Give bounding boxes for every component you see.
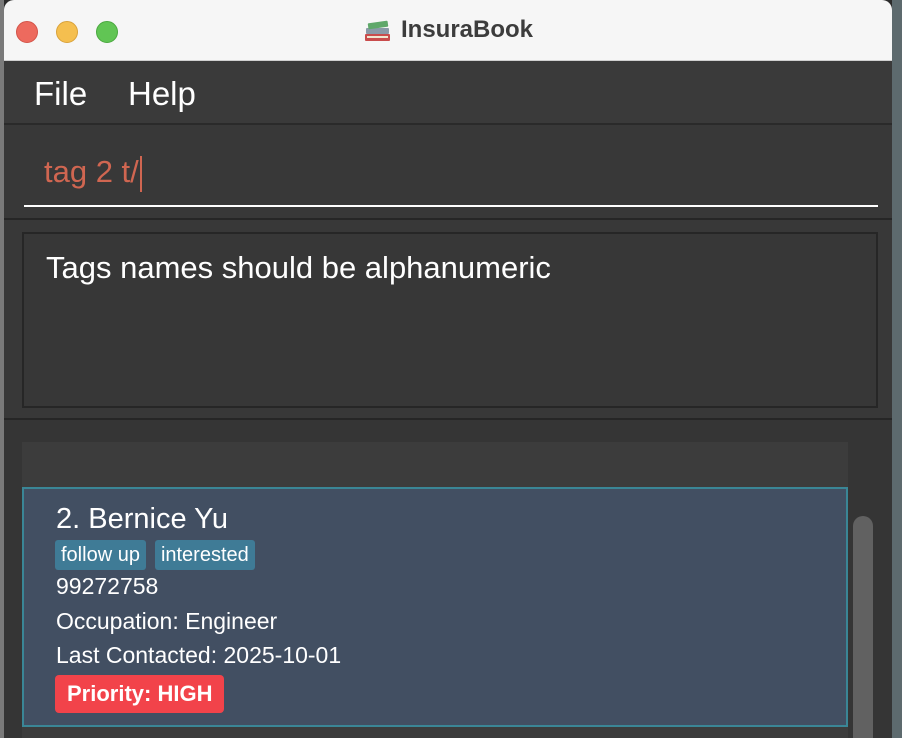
person-card[interactable]: 2. Bernice Yu follow up interested 99272… — [22, 487, 848, 727]
command-text: tag 2 t/ — [44, 154, 139, 189]
result-message: Tags names should be alphanumeric — [46, 250, 551, 285]
window-title: InsuraBook — [400, 16, 534, 43]
tag-interested: interested — [154, 540, 255, 570]
books-icon — [364, 20, 390, 41]
person-phone: 99272758 — [56, 573, 159, 599]
desktop-edge-right — [892, 0, 902, 738]
text-caret — [139, 155, 142, 192]
person-last-contacted: Last Contacted: 2025-10-01 — [56, 642, 342, 668]
tag-list: follow up interested — [55, 540, 255, 570]
menu-help[interactable]: Help — [128, 75, 196, 113]
priority-badge: Priority: HIGH — [55, 675, 225, 713]
person-name: 2. Bernice Yu — [56, 503, 228, 535]
command-input[interactable]: tag 2 t/ — [24, 145, 878, 207]
person-list-pane: 2. Bernice Yu follow up interested 99272… — [4, 420, 892, 738]
result-display-pane: Tags names should be alphanumeric — [4, 220, 892, 420]
person-list[interactable]: 2. Bernice Yu follow up interested 99272… — [22, 442, 848, 738]
window-title-group: InsuraBook — [4, 16, 892, 44]
menu-file[interactable]: File — [34, 75, 87, 113]
title-bar: InsuraBook — [4, 0, 892, 61]
menu-bar: File Help — [4, 61, 892, 125]
person-list-scrollbar[interactable] — [853, 516, 873, 738]
tag-follow-up: follow up — [55, 540, 146, 570]
command-box-pane: tag 2 t/ — [4, 125, 892, 220]
result-display[interactable]: Tags names should be alphanumeric — [22, 232, 878, 408]
app-window: InsuraBook File Help tag 2 t/ Tags names… — [4, 0, 892, 738]
person-occupation: Occupation: Engineer — [56, 608, 278, 634]
